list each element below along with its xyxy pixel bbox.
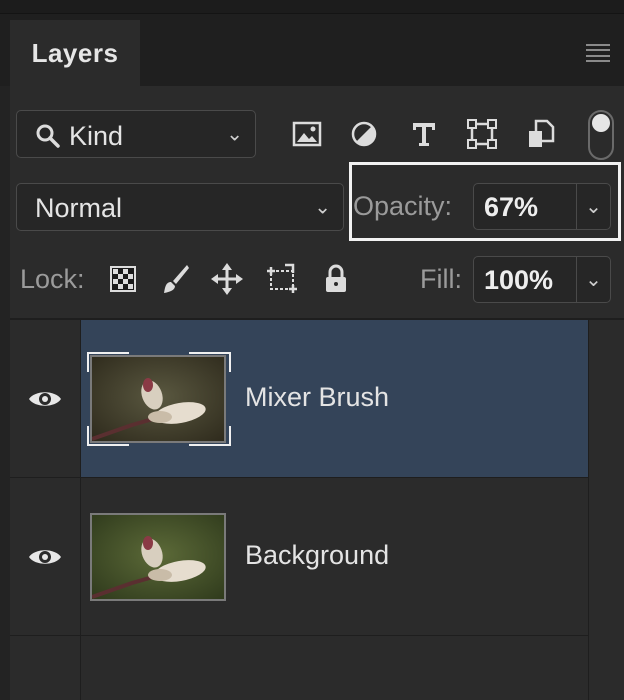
tab-layers[interactable]: Layers	[10, 20, 140, 86]
layer-row-body[interactable]: Background	[81, 478, 588, 635]
eye-icon	[29, 549, 61, 564]
layers-scrollbar-track[interactable]	[588, 320, 624, 700]
chevron-down-icon: ⌄	[226, 123, 243, 146]
filter-kind-label: Kind	[69, 121, 124, 151]
type-layer-filter-icon[interactable]	[405, 116, 443, 152]
visibility-column-divider	[80, 320, 81, 700]
layer-name-mixer-brush[interactable]: Mixer Brush	[245, 382, 389, 413]
filter-toggle-switch[interactable]	[588, 110, 614, 160]
fill-dropdown-button[interactable]: ⌄	[576, 257, 610, 302]
top-strip	[0, 0, 624, 14]
layer-row-mixer-brush[interactable]: Mixer Brush	[10, 320, 588, 477]
layer-row-separator	[10, 635, 588, 636]
panel-menu-icon[interactable]	[586, 44, 610, 62]
blend-mode-value: Normal	[35, 193, 123, 223]
chevron-down-icon: ⌄	[585, 269, 602, 291]
smart-object-filter-icon[interactable]	[522, 116, 560, 152]
fill-label: Fill:	[420, 264, 462, 294]
toggle-knob	[592, 114, 610, 132]
chevron-down-icon: ⌄	[314, 196, 331, 219]
adjustment-layer-filter-icon[interactable]	[345, 116, 383, 152]
panel-tab-bar: Layers	[0, 14, 624, 86]
lock-all-icon[interactable]	[319, 262, 353, 296]
opacity-label: Opacity:	[353, 191, 453, 221]
fill-field[interactable]: 100% ⌄	[473, 256, 611, 303]
lock-position-icon[interactable]	[210, 262, 244, 296]
opacity-dropdown-button[interactable]: ⌄	[576, 184, 610, 229]
shape-layer-filter-icon[interactable]	[463, 116, 501, 152]
layer-row-body[interactable]: Mixer Brush	[81, 320, 588, 477]
blend-mode-dropdown[interactable]: Normal ⌄	[16, 183, 344, 231]
opacity-field[interactable]: 67% ⌄	[473, 183, 611, 230]
pixel-layer-filter-icon[interactable]	[288, 116, 326, 152]
visibility-toggle[interactable]	[10, 478, 80, 635]
layer-row-background[interactable]: Background	[10, 478, 588, 635]
opacity-value[interactable]: 67%	[484, 192, 538, 223]
filter-kind-dropdown[interactable]: Kind ⌄	[16, 110, 256, 158]
panel-left-edge	[0, 86, 10, 700]
eye-icon	[29, 391, 61, 406]
lock-image-pixels-icon[interactable]	[158, 262, 192, 296]
visibility-toggle[interactable]	[10, 320, 80, 477]
lock-artboard-icon[interactable]	[265, 262, 299, 296]
search-icon	[36, 124, 60, 148]
layer-name-background[interactable]: Background	[245, 540, 389, 571]
layer-thumbnail-background	[90, 513, 226, 601]
chevron-down-icon: ⌄	[585, 196, 602, 218]
lock-transparent-pixels-icon[interactable]	[106, 262, 140, 296]
lock-label: Lock:	[20, 264, 85, 294]
fill-value[interactable]: 100%	[484, 265, 553, 296]
